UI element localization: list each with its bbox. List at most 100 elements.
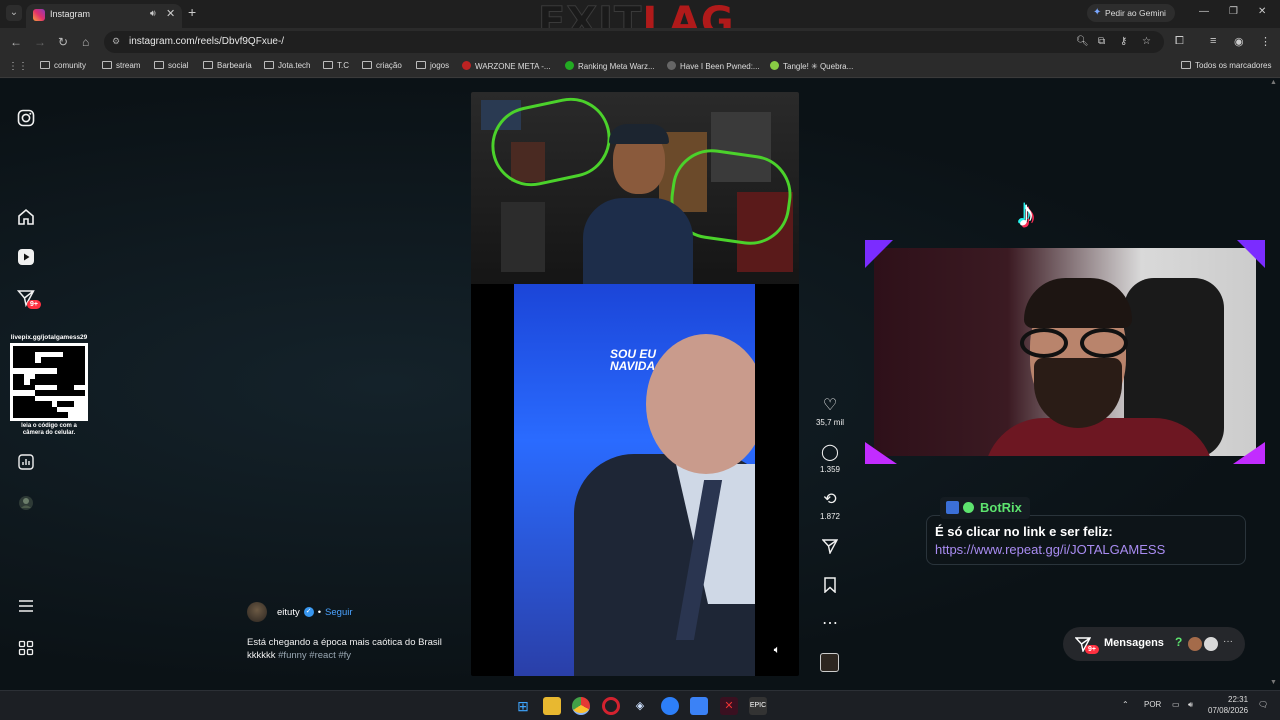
instagram-page: 9+ livepix.gg/jotalgamess29 leia o códig… <box>0 79 1280 690</box>
all-bookmarks[interactable]: Todos os marcadores <box>1181 61 1271 70</box>
like-button[interactable]: ♡ 35,7 mil <box>812 397 848 427</box>
bookmark-social[interactable]: social <box>154 61 188 70</box>
epic-games-icon[interactable]: EPIC <box>749 697 767 715</box>
instagram-sidebar: 9+ livepix.gg/jotalgamess29 leia o códig… <box>0 79 88 690</box>
tray-overflow-icon[interactable]: ⌃ <box>1122 700 1129 709</box>
messages-button[interactable]: 9+ Mensagens ? ··· <box>1063 627 1245 661</box>
repost-button[interactable]: ⟲ 1.872 <box>812 491 848 521</box>
profile-icon[interactable]: ◉ <box>1234 35 1244 48</box>
apps-grid-icon[interactable]: ⋮⋮ <box>8 61 28 72</box>
url-text[interactable]: instagram.com/reels/Dbvf9QFxue-/ <box>129 36 284 47</box>
cast-icon[interactable]: ⧉ <box>1098 36 1105 47</box>
extensions-icon[interactable]: ⧠ <box>1175 35 1184 48</box>
scroll-down-arrow[interactable]: ▼ <box>1270 679 1277 686</box>
more-options-button[interactable]: ⋯ <box>812 615 848 633</box>
also-from-meta-icon[interactable] <box>16 640 36 660</box>
zoom-icon[interactable]: 🔍︎ <box>1076 36 1089 47</box>
browser-tab-bar: ⌄ Instagram 🔊︎ ✕ + EXITLAG ✦ Pedir ao Ge… <box>0 0 1280 45</box>
botrix-name: BotRix <box>980 500 1022 515</box>
audio-thumbnail[interactable] <box>820 653 839 672</box>
reel-video[interactable]: SOU EU NAVIDA 🔈︎ <box>471 92 799 676</box>
more-icon: ⋯ <box>822 615 838 632</box>
tiktok-logo-icon: ♪ <box>1016 193 1036 235</box>
home-nav-icon[interactable] <box>16 208 36 228</box>
bookmark-have-i-been-pwned[interactable]: Have I Been Pwned:... <box>667 61 760 71</box>
chrome-icon[interactable] <box>572 697 590 715</box>
system-clock[interactable]: 22:31 07/08/2026 <box>1208 694 1248 716</box>
reels-nav-icon[interactable] <box>16 248 36 268</box>
bookmark-ranking-meta[interactable]: Ranking Meta Warz... <box>565 61 655 71</box>
notifications-icon[interactable]: 🗨︎ <box>1258 700 1268 709</box>
window-close-button[interactable]: ✕ <box>1258 6 1266 17</box>
messages-label: Mensagens <box>1104 637 1164 649</box>
bookmark-tangle[interactable]: Tangle! ✳ Quebra... <box>770 61 853 71</box>
more-menu-icon[interactable] <box>16 598 36 618</box>
menu-icon[interactable]: ⋮ <box>1260 35 1271 48</box>
exitlag-icon[interactable]: ✕ <box>720 697 738 715</box>
bookmark-comunity[interactable]: comunity <box>40 61 86 70</box>
insights-icon[interactable] <box>16 454 36 474</box>
caption-hashtags[interactable]: #funny #react #fy <box>278 650 351 661</box>
tab-instagram[interactable]: Instagram 🔊︎ ✕ <box>26 4 182 28</box>
opera-icon[interactable] <box>602 697 620 715</box>
volume-icon[interactable]: 🔊︎ <box>1188 700 1193 710</box>
scroll-up-arrow[interactable]: ▲ <box>1270 79 1277 86</box>
bookmark-stream[interactable]: stream <box>102 61 140 70</box>
file-explorer-icon[interactable] <box>543 697 561 715</box>
instagram-logo-icon[interactable] <box>16 109 36 129</box>
bookmark-jogos[interactable]: jogos <box>416 61 449 70</box>
bookmark-barbearia[interactable]: Barbearia <box>203 61 252 70</box>
clock-time: 22:31 <box>1228 695 1249 704</box>
message-avatar-1 <box>1187 636 1203 652</box>
repost-count: 1.872 <box>819 512 841 521</box>
message-avatar-2 <box>1203 636 1219 652</box>
browser-toolbar: ← → ↻ ⌂ ⚙ instagram.com/reels/Dbvf9QFxue… <box>0 28 1280 56</box>
notifications-badge: 9+ <box>27 300 41 309</box>
reel-clip: SOU EU NAVIDA <box>514 284 755 676</box>
tab-search-button[interactable]: ⌄ <box>6 5 22 21</box>
author-avatar[interactable] <box>247 602 267 622</box>
qr-caption-line-1: leia o código com a <box>21 423 77 429</box>
app-icon[interactable] <box>690 697 708 715</box>
minimize-button[interactable]: — <box>1199 6 1209 17</box>
follow-button[interactable]: Seguir <box>325 607 352 618</box>
network-icon[interactable]: ▭ <box>1172 700 1180 709</box>
comment-button[interactable]: ◯ 1.359 <box>812 444 848 474</box>
site-info-icon[interactable]: ⚙ <box>112 36 120 47</box>
bookmark-jotatech[interactable]: Jota.tech <box>264 61 310 70</box>
battlenet-icon[interactable] <box>661 697 679 715</box>
save-button[interactable] <box>812 577 848 598</box>
streamer-webcam-overlay <box>865 240 1265 464</box>
language-indicator[interactable]: POR <box>1144 700 1161 709</box>
gemini-button[interactable]: ✦ Pedir ao Gemini <box>1087 4 1175 22</box>
windows-start-icon[interactable]: ⊞ <box>514 697 532 715</box>
reactor-person <box>583 120 693 288</box>
author-username[interactable]: eituty <box>277 607 300 618</box>
password-icon[interactable]: ⚷ <box>1120 36 1127 47</box>
botrix-chat-widget: É só clicar no link e ser feliz: https:/… <box>926 497 1246 567</box>
caption-text: Está chegando a época mais caótica do Br… <box>247 636 467 662</box>
home-icon[interactable]: ⌂ <box>82 35 89 49</box>
steam-icon[interactable]: ◈ <box>631 697 649 715</box>
bookmark-tc[interactable]: T.C <box>323 61 349 70</box>
audio-toggle-icon[interactable]: 🔈︎ <box>769 644 785 660</box>
tab-title: Instagram <box>50 9 91 19</box>
speaker-icon[interactable]: 🔊︎ <box>150 8 156 19</box>
bookmark-criacao[interactable]: criação <box>362 61 402 70</box>
forward-icon[interactable]: → <box>34 35 46 49</box>
back-icon[interactable]: ← <box>10 35 22 49</box>
reload-icon[interactable]: ↻ <box>58 35 68 49</box>
clock-date: 07/08/2026 <box>1208 706 1249 715</box>
address-bar[interactable]: ⚙ instagram.com/reels/Dbvf9QFxue-/ 🔍︎ ⧉ … <box>104 31 1164 53</box>
bookmark-warzone-meta[interactable]: WARZONE META -... <box>462 61 551 71</box>
share-button[interactable] <box>812 538 848 559</box>
new-tab-button[interactable]: + <box>188 4 196 20</box>
maximize-button[interactable]: ❐ <box>1229 6 1238 17</box>
close-icon[interactable]: ✕ <box>166 7 175 20</box>
botrix-header: BotRix <box>940 497 1030 519</box>
bookmark-star-icon[interactable]: ☆ <box>1142 36 1151 47</box>
profile-avatar[interactable] <box>16 495 36 515</box>
verified-icon: ✓ <box>303 607 314 617</box>
reading-list-icon[interactable]: ≡ <box>1210 35 1216 47</box>
bookmark-icon <box>812 577 848 598</box>
